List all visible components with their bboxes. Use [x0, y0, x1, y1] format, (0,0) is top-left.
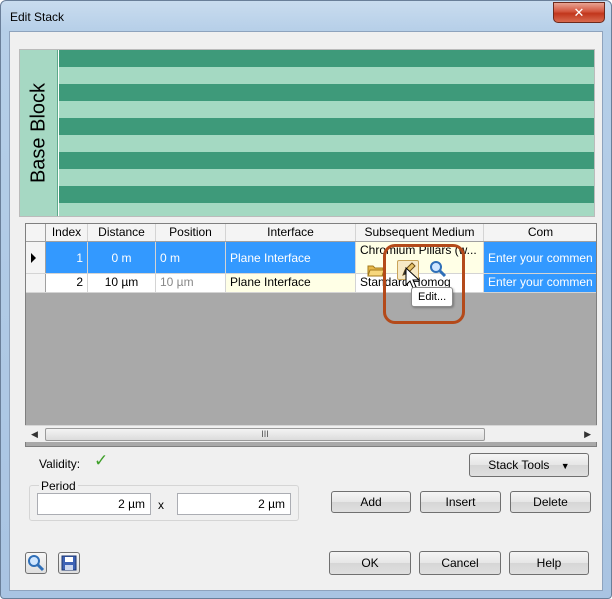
cell-comment[interactable]: Enter your commen — [484, 274, 596, 292]
col-comment[interactable]: Com — [484, 224, 596, 241]
row-selector[interactable] — [26, 274, 46, 292]
col-distance[interactable]: Distance — [88, 224, 156, 241]
grid-horizontal-scrollbar[interactable]: ◀ III ▶ — [25, 425, 597, 442]
chevron-down-icon: ▼ — [560, 461, 570, 471]
col-subsequent-medium[interactable]: Subsequent Medium — [356, 224, 484, 241]
col-position[interactable]: Position — [156, 224, 226, 241]
layer-stripes — [59, 50, 594, 216]
help-button[interactable]: Help — [509, 551, 589, 575]
ok-button[interactable]: OK — [329, 551, 411, 575]
insert-button[interactable]: Insert — [420, 491, 501, 513]
scroll-grip: III — [261, 429, 269, 439]
scroll-thumb[interactable]: III — [45, 428, 485, 441]
stack-grid: Index Distance Position Interface Subseq… — [25, 223, 597, 447]
title-bar[interactable]: Edit Stack ✕ — [1, 1, 611, 31]
highlight-annotation — [383, 244, 465, 324]
period-separator: x — [158, 498, 164, 512]
col-interface[interactable]: Interface — [226, 224, 356, 241]
floppy-disk-icon — [61, 555, 77, 571]
save-button[interactable] — [58, 552, 80, 574]
cell-index[interactable]: 2 — [46, 274, 88, 292]
close-button[interactable]: ✕ — [553, 2, 605, 23]
scroll-left-icon[interactable]: ◀ — [31, 429, 38, 440]
validity-label: Validity: — [39, 457, 81, 471]
current-row-arrow-icon — [31, 253, 36, 263]
col-index[interactable]: Index — [46, 224, 88, 241]
table-row[interactable]: 1 0 m 0 m Plane Interface Chromium Pilla… — [26, 242, 596, 274]
zoom-view-button[interactable] — [25, 552, 47, 574]
cell-interface[interactable]: Plane Interface — [226, 242, 356, 273]
scroll-right-icon[interactable]: ▶ — [584, 429, 591, 440]
cancel-button[interactable]: Cancel — [419, 551, 501, 575]
cell-interface[interactable]: Plane Interface — [226, 274, 356, 292]
row-selector[interactable] — [26, 242, 46, 273]
stack-tools-button[interactable]: Stack Tools ▼ — [469, 453, 589, 477]
delete-button[interactable]: Delete — [510, 491, 591, 513]
add-button[interactable]: Add — [331, 491, 411, 513]
base-block-label: Base Block — [20, 50, 58, 216]
valid-checkmark-icon: ✓ — [94, 451, 109, 470]
stack-preview: Base Block — [19, 49, 595, 217]
cell-position[interactable]: 0 m — [156, 242, 226, 273]
period-y-input[interactable]: 2 µm — [177, 493, 291, 515]
edit-stack-window: Edit Stack ✕ Base Block Index Distance P… — [0, 0, 612, 599]
cell-position[interactable]: 10 µm — [156, 274, 226, 292]
window-title: Edit Stack — [10, 10, 65, 24]
period-label: Period — [39, 479, 78, 493]
magnifier-icon — [28, 555, 45, 572]
cell-index[interactable]: 1 — [46, 242, 88, 273]
row-header-corner — [26, 224, 46, 241]
table-row[interactable]: 2 10 µm 10 µm Plane Interface Standard H… — [26, 274, 596, 293]
grid-header: Index Distance Position Interface Subseq… — [26, 224, 596, 242]
base-block-text: Base Block — [27, 82, 50, 184]
cell-distance[interactable]: 10 µm — [88, 274, 156, 292]
period-x-input[interactable]: 2 µm — [37, 493, 151, 515]
stack-tools-label: Stack Tools — [488, 458, 550, 472]
cell-distance[interactable]: 0 m — [88, 242, 156, 273]
cell-comment[interactable]: Enter your commen — [484, 242, 596, 273]
